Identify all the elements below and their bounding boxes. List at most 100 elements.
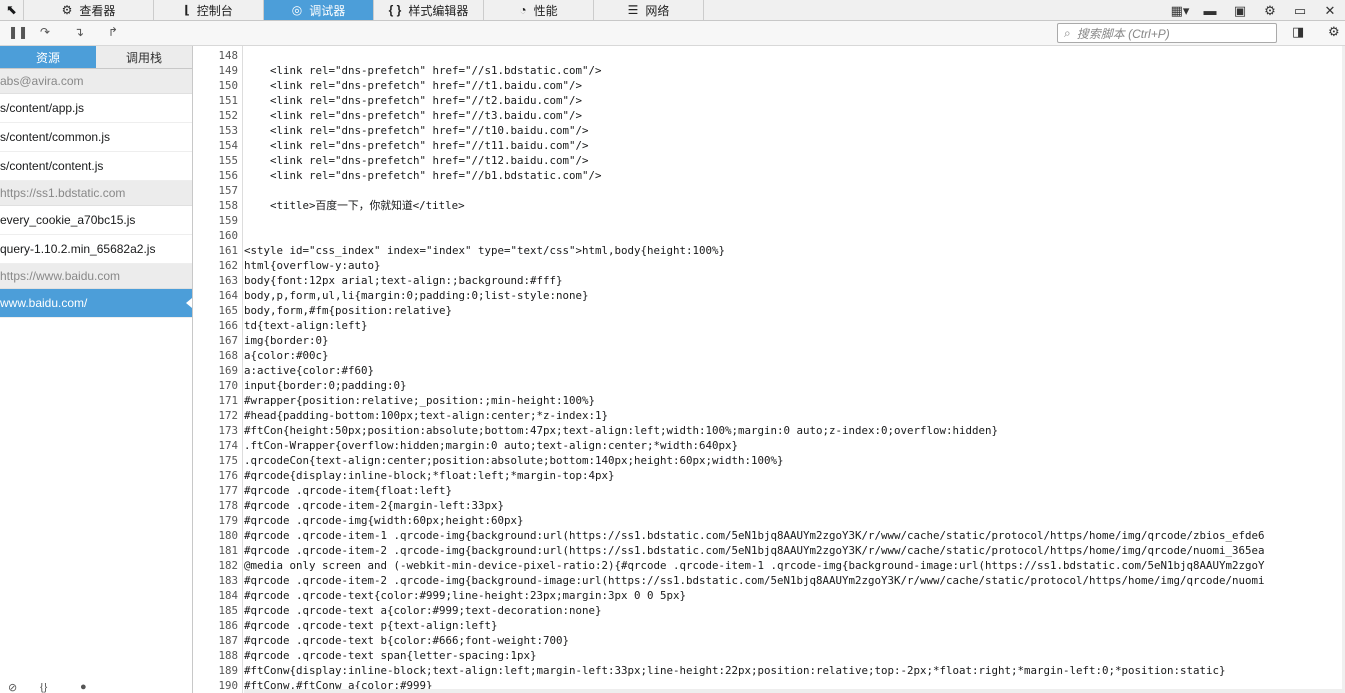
line-number[interactable]: 156 bbox=[193, 168, 238, 183]
line-number[interactable]: 176 bbox=[193, 468, 238, 483]
line-number[interactable]: 179 bbox=[193, 513, 238, 528]
code-line: #ftCon{height:50px;position:absolute;bot… bbox=[244, 424, 999, 437]
source-item-selected[interactable]: www.baidu.com/ bbox=[0, 289, 192, 318]
line-number[interactable]: 149 bbox=[193, 63, 238, 78]
close-icon[interactable]: ✕ bbox=[1315, 0, 1345, 21]
script-search-input[interactable]: ⌕ 搜索脚本 (Ctrl+P) bbox=[1057, 23, 1277, 43]
element-picker-icon[interactable]: ⬉ bbox=[0, 0, 24, 20]
line-number[interactable]: 161 bbox=[193, 243, 238, 258]
horizontal-scrollbar[interactable] bbox=[244, 689, 1344, 693]
tab-sources[interactable]: 资源 bbox=[0, 46, 96, 68]
line-number[interactable]: 185 bbox=[193, 603, 238, 618]
source-item[interactable]: s/content/content.js bbox=[0, 152, 192, 181]
line-number[interactable]: 171 bbox=[193, 393, 238, 408]
line-number[interactable]: 174 bbox=[193, 438, 238, 453]
line-number[interactable]: 160 bbox=[193, 228, 238, 243]
code-line: html{overflow-y:auto} bbox=[244, 259, 381, 272]
line-number[interactable]: 173 bbox=[193, 423, 238, 438]
pause-icon[interactable]: ❚❚ bbox=[8, 25, 28, 39]
line-number[interactable]: 148 bbox=[193, 48, 238, 63]
line-number[interactable]: 155 bbox=[193, 153, 238, 168]
tab-network[interactable]: ☰ 网络 bbox=[594, 0, 704, 20]
source-item[interactable]: every_cookie_a70bc15.js bbox=[0, 206, 192, 235]
code-line: .qrcodeCon{text-align:center;position:ab… bbox=[244, 454, 784, 467]
line-number[interactable]: 167 bbox=[193, 333, 238, 348]
line-number[interactable]: 170 bbox=[193, 378, 238, 393]
line-number[interactable]: 178 bbox=[193, 498, 238, 513]
line-number[interactable]: 168 bbox=[193, 348, 238, 363]
tab-style-editor[interactable]: { } 样式编辑器 bbox=[374, 0, 484, 20]
source-group-header[interactable]: abs@avira.com bbox=[0, 69, 192, 94]
line-number[interactable]: 152 bbox=[193, 108, 238, 123]
dock-side-icon[interactable]: ▭ bbox=[1285, 0, 1315, 21]
line-number[interactable]: 172 bbox=[193, 408, 238, 423]
frame-select-icon[interactable]: ▦▾ bbox=[1165, 0, 1195, 21]
code-line: #qrcode .qrcode-item-2 .qrcode-img{backg… bbox=[244, 574, 1265, 587]
line-number[interactable]: 183 bbox=[193, 573, 238, 588]
source-item[interactable]: s/content/app.js bbox=[0, 94, 192, 123]
tab-debugger[interactable]: ◎ 调试器 bbox=[264, 0, 374, 20]
source-group-header[interactable]: https://ss1.bdstatic.com bbox=[0, 181, 192, 206]
line-number[interactable]: 169 bbox=[193, 363, 238, 378]
line-number[interactable]: 180 bbox=[193, 528, 238, 543]
settings-icon[interactable]: ⚙ bbox=[1255, 0, 1285, 21]
code-line: #qrcode .qrcode-img{width:60px;height:60… bbox=[244, 514, 524, 527]
line-number[interactable]: 153 bbox=[193, 123, 238, 138]
line-number[interactable]: 177 bbox=[193, 483, 238, 498]
line-number[interactable]: 182 bbox=[193, 558, 238, 573]
code-line: body{font:12px arial;text-align:;backgro… bbox=[244, 274, 563, 287]
code-line: #qrcode .qrcode-text a{color:#999;text-d… bbox=[244, 604, 602, 617]
line-number[interactable]: 189 bbox=[193, 663, 238, 678]
step-out-icon[interactable]: ↱ bbox=[108, 25, 118, 39]
tab-console[interactable]: ⌊ 控制台 bbox=[154, 0, 264, 20]
source-group-header[interactable]: https://www.baidu.com bbox=[0, 264, 192, 289]
source-item[interactable]: s/content/common.js bbox=[0, 123, 192, 152]
split-console-icon[interactable]: ▣ bbox=[1225, 0, 1255, 21]
line-number[interactable]: 158 bbox=[193, 198, 238, 213]
line-number[interactable]: 159 bbox=[193, 213, 238, 228]
line-number[interactable]: 181 bbox=[193, 543, 238, 558]
line-number[interactable]: 157 bbox=[193, 183, 238, 198]
step-in-icon[interactable]: ↴ bbox=[74, 25, 84, 39]
line-number[interactable]: 150 bbox=[193, 78, 238, 93]
tab-call-stack[interactable]: 调用栈 bbox=[96, 46, 192, 68]
code-line: #qrcode .qrcode-text b{color:#666;font-w… bbox=[244, 634, 570, 647]
dock-bottom-icon[interactable]: ▬ bbox=[1195, 0, 1225, 21]
line-number[interactable]: 163 bbox=[193, 273, 238, 288]
code-line: input{border:0;padding:0} bbox=[244, 379, 407, 392]
tab-inspector[interactable]: ⚙ 查看器 bbox=[24, 0, 154, 20]
code-line: <link rel="dns-prefetch" href="//t10.bai… bbox=[244, 124, 589, 137]
line-number[interactable]: 164 bbox=[193, 288, 238, 303]
toggle-breakpoints-icon[interactable]: ● bbox=[80, 683, 87, 693]
line-number[interactable]: 162 bbox=[193, 258, 238, 273]
code-line: body,p,form,ul,li{margin:0;padding:0;lis… bbox=[244, 289, 589, 302]
line-number[interactable]: 175 bbox=[193, 453, 238, 468]
source-item[interactable]: query-1.10.2.min_65682a2.js bbox=[0, 235, 192, 264]
code-line: <title>百度一下，你就知道</title> bbox=[244, 199, 465, 212]
line-number[interactable]: 151 bbox=[193, 93, 238, 108]
debugger-options-icon[interactable]: ⚙ bbox=[1328, 24, 1340, 40]
debugger-subtoolbar: ❚❚ ↷ ↴ ↱ ⌕ 搜索脚本 (Ctrl+P) ◨ ⚙ bbox=[0, 21, 1345, 46]
code-line: #qrcode .qrcode-text{color:#999;line-hei… bbox=[244, 589, 687, 602]
code-line: body,form,#fm{position:relative} bbox=[244, 304, 453, 317]
line-number[interactable]: 154 bbox=[193, 138, 238, 153]
line-number[interactable]: 165 bbox=[193, 303, 238, 318]
line-number[interactable]: 166 bbox=[193, 318, 238, 333]
line-number[interactable]: 188 bbox=[193, 648, 238, 663]
search-icon: ⌕ bbox=[1064, 25, 1071, 40]
step-over-icon[interactable]: ↷ bbox=[40, 25, 50, 39]
tab-performance[interactable]: ◔ 性能 bbox=[484, 0, 594, 20]
source-editor[interactable]: 148 149 <link rel="dns-prefetch" href="//… bbox=[193, 46, 1345, 693]
code-line: #qrcode .qrcode-item-1 .qrcode-img{backg… bbox=[244, 529, 1265, 542]
code-line: <link rel="dns-prefetch" href="//t1.baid… bbox=[244, 79, 583, 92]
pretty-print-icon[interactable]: {} bbox=[40, 683, 47, 693]
blackbox-icon[interactable]: ⊘ bbox=[8, 683, 17, 693]
code-line: @media only screen and (-webkit-min-devi… bbox=[244, 559, 1265, 572]
line-number[interactable]: 187 bbox=[193, 633, 238, 648]
toggle-panes-icon[interactable]: ◨ bbox=[1292, 24, 1304, 40]
line-number[interactable]: 190 bbox=[193, 678, 238, 693]
sidebar-footer: ⊘ {} ● bbox=[0, 683, 192, 693]
line-number[interactable]: 186 bbox=[193, 618, 238, 633]
code-line: #wrapper{position:relative;_position:;mi… bbox=[244, 394, 596, 407]
line-number[interactable]: 184 bbox=[193, 588, 238, 603]
